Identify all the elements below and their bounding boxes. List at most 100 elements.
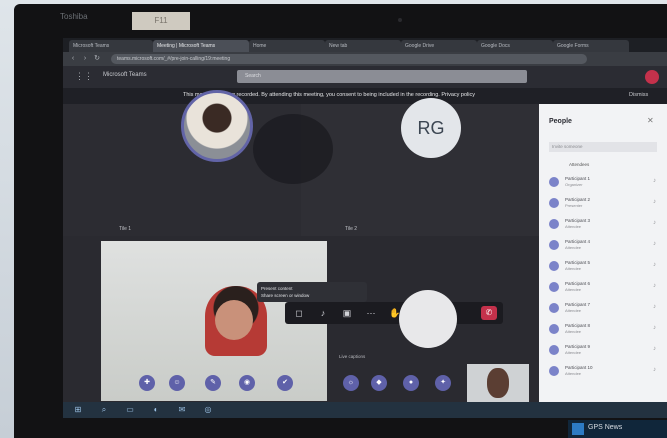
taskbar-app-icon[interactable]: ⌕: [99, 405, 109, 415]
browser-tab[interactable]: Google Docs: [477, 40, 553, 52]
participant-row[interactable]: Participant 3 Attendee ♪: [549, 216, 661, 234]
taskbar-app-icon[interactable]: ✉: [177, 405, 187, 415]
browser-tab-bar: Microsoft Teams Meeting | Microsoft Teams…: [63, 38, 667, 52]
self-view-face: [487, 368, 509, 398]
mic-icon: ♪: [653, 220, 656, 226]
mic-icon: ♪: [653, 262, 656, 268]
taskbar-app-icon[interactable]: ▭: [125, 405, 135, 415]
participant-row[interactable]: Participant 6 Attendee ♪: [549, 279, 661, 297]
participant-avatar-blank: [399, 290, 457, 348]
participant-role: Organizer: [565, 182, 583, 187]
participant-photo-avatar: [181, 90, 253, 162]
participant-role: Attendee: [565, 371, 582, 376]
participant-role: Attendee: [565, 350, 582, 355]
mic-icon: ♪: [653, 199, 656, 205]
address-bar: ‹ › ↻ teams.microsoft.com/_#/pre-join-ca…: [63, 52, 667, 66]
participant-name: Participant 1: [565, 176, 591, 181]
mic-icon: ♪: [653, 367, 656, 373]
participant-row[interactable]: Participant 2 Presenter ♪: [549, 195, 661, 213]
mic-icon: ♪: [653, 283, 656, 289]
reaction-button[interactable]: ✎: [205, 375, 221, 391]
invite-search-input[interactable]: Invite someone: [549, 142, 657, 152]
forward-icon[interactable]: ›: [81, 55, 89, 63]
back-icon[interactable]: ‹: [69, 55, 77, 63]
attendees-section-label[interactable]: Attendees: [569, 162, 589, 167]
participant-row[interactable]: Participant 8 Attendee ♪: [549, 321, 661, 339]
participant-name: Participant 3: [565, 218, 591, 223]
participant-name: Participant 8: [565, 323, 591, 328]
more-icon[interactable]: ⋯: [365, 307, 377, 319]
reaction-button[interactable]: ✚: [139, 375, 155, 391]
participant-row[interactable]: Participant 10 Attendee ♪: [549, 363, 661, 381]
reaction-button[interactable]: ●: [403, 375, 419, 391]
windows-taskbar: ⊞ ⌕ ▭ ◐ ✉ ◎: [63, 402, 667, 418]
participant-avatar: [549, 345, 559, 355]
participant-row[interactable]: Participant 5 Attendee ♪: [549, 258, 661, 276]
share-tooltip: Present content Share screen or window: [257, 282, 367, 302]
participant-name: Participant 4: [565, 239, 591, 244]
close-icon[interactable]: ✕: [647, 116, 654, 125]
taskbar-app-icon[interactable]: ◎: [203, 405, 213, 415]
hang-up-button[interactable]: ✆: [481, 306, 497, 320]
participant-avatar: [549, 303, 559, 313]
news-watermark: GPS News: [568, 420, 667, 438]
participant-name: Participant 9: [565, 344, 591, 349]
screen: Microsoft Teams Meeting | Microsoft Teams…: [63, 38, 667, 418]
browser-tab[interactable]: New tab: [325, 40, 401, 52]
reload-icon[interactable]: ↻: [93, 55, 101, 63]
news-logo: [572, 423, 584, 435]
browser-tab[interactable]: Microsoft Teams: [69, 40, 153, 52]
participant-row[interactable]: Participant 1 Organizer ♪: [549, 174, 661, 192]
url-field[interactable]: teams.microsoft.com/_#/pre-join-calling/…: [111, 54, 587, 64]
background-shadow: [253, 114, 333, 184]
participant-avatar: [549, 366, 559, 376]
participant-avatar: [549, 282, 559, 292]
participant-row[interactable]: Participant 7 Attendee ♪: [549, 300, 661, 318]
tooltip-line: Share screen or window: [261, 293, 310, 298]
participant-row[interactable]: Participant 9 Attendee ♪: [549, 342, 661, 360]
browser-tab[interactable]: Google Forms: [553, 40, 629, 52]
participant-role: Attendee: [565, 266, 582, 271]
participant-role: Attendee: [565, 224, 582, 229]
tooltip-line: Present content: [261, 286, 293, 291]
reaction-button[interactable]: ◉: [239, 375, 255, 391]
participant-avatar: [549, 219, 559, 229]
browser-tab[interactable]: Home: [249, 40, 325, 52]
mic-icon: ♪: [653, 325, 656, 331]
app-title: Microsoft Teams: [103, 72, 147, 78]
mic-icon: ♪: [653, 346, 656, 352]
bezel-brand: Toshiba: [60, 12, 88, 21]
mic-icon: ♪: [653, 241, 656, 247]
caption-note: Live captions: [339, 354, 366, 359]
taskbar-app-icon[interactable]: ⊞: [73, 405, 83, 415]
browser-tab[interactable]: Meeting | Microsoft Teams: [153, 40, 249, 52]
participant-avatar: [549, 261, 559, 271]
profile-avatar[interactable]: [645, 70, 659, 84]
participant-row[interactable]: Participant 4 Attendee ♪: [549, 237, 661, 255]
meeting-controls: ✆ ◻♪▣⋯✋✉☺: [285, 302, 503, 324]
participant-initials-avatar: RG: [401, 98, 461, 158]
camera-icon[interactable]: ◻: [293, 307, 305, 319]
teams-header: ⋮⋮ Microsoft Teams Search: [63, 66, 667, 88]
reaction-button[interactable]: ☼: [343, 375, 359, 391]
participant-name: Participant 7: [565, 302, 591, 307]
dismiss-button[interactable]: Dismiss: [629, 92, 648, 98]
watermark-text: GPS News: [588, 424, 623, 431]
webcam-icon: [398, 18, 402, 22]
browser-tab[interactable]: Google Drive: [401, 40, 477, 52]
tile-name-left: Tile 1: [119, 226, 132, 232]
taskbar-app-icon[interactable]: ◐: [151, 405, 161, 415]
participant-avatar: [549, 240, 559, 250]
reaction-button[interactable]: ☺: [169, 375, 185, 391]
mic-icon: ♪: [653, 304, 656, 310]
app-launcher-icon[interactable]: ⋮⋮: [75, 71, 93, 82]
participant-name: Participant 10: [565, 365, 593, 370]
share-icon[interactable]: ▣: [341, 307, 353, 319]
reaction-button[interactable]: ◆: [371, 375, 387, 391]
reaction-button[interactable]: ✦: [435, 375, 451, 391]
reaction-button[interactable]: ✔: [277, 375, 293, 391]
search-input[interactable]: Search: [237, 70, 527, 83]
presenter-face: [215, 300, 253, 340]
mic-icon[interactable]: ♪: [317, 307, 329, 319]
tile-name-right: Tile 2: [345, 226, 358, 232]
